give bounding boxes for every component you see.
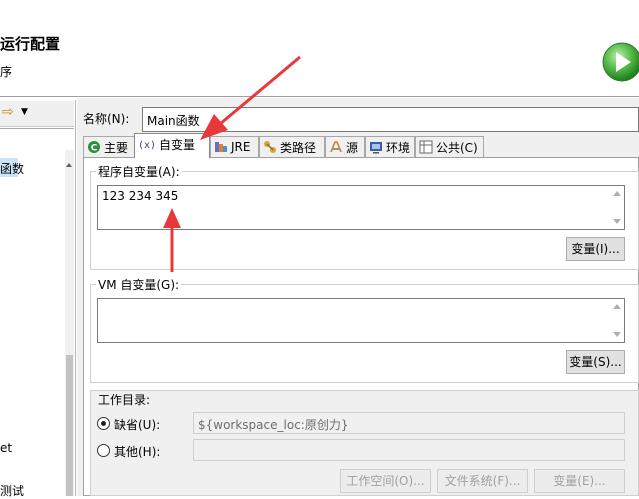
tab-common[interactable]: 公共(C)	[415, 136, 484, 157]
dialog-subtitle: 序	[0, 65, 13, 79]
default-dir-field: ${workspace_loc:原创力}	[193, 412, 625, 434]
scroll-up-icon[interactable]	[613, 191, 621, 196]
workspace-button[interactable]: 工作空间(O)...	[340, 469, 431, 493]
svg-text:(x)=: (x)=	[138, 140, 156, 151]
header-separator	[0, 96, 639, 97]
environment-icon	[370, 142, 382, 154]
tab-jre-label: JRE	[231, 140, 251, 154]
tab-main[interactable]: C 主要	[83, 136, 135, 157]
tab-main-label: 主要	[104, 141, 129, 155]
other-label[interactable]: 其他(H):	[114, 443, 160, 460]
tab-jre[interactable]: JRE	[210, 136, 259, 157]
tab-source[interactable]: 源	[325, 136, 365, 157]
config-list-toolbar: ⇨ ▼	[0, 101, 74, 127]
scroll-up-icon[interactable]	[613, 304, 621, 309]
chevron-down-icon[interactable]: ▼	[21, 107, 28, 117]
svg-text:C: C	[91, 144, 98, 154]
dialog-title: 运行配置	[0, 35, 61, 53]
main-icon: C	[88, 141, 100, 154]
vm-variables-button[interactable]: 变量(S)...	[566, 350, 625, 374]
program-args-scrollbar[interactable]	[611, 186, 623, 229]
source-icon	[330, 141, 342, 153]
tree-item-et[interactable]: et	[0, 441, 12, 455]
default-label[interactable]: 缺省(U):	[114, 416, 160, 433]
working-dir-label: 工作目录:	[96, 391, 153, 408]
tab-arguments[interactable]: (x)=自变量	[134, 133, 210, 158]
default-radio[interactable]	[97, 417, 110, 430]
tab-classpath-label: 类路径	[280, 141, 317, 155]
vm-args-scrollbar[interactable]	[611, 299, 623, 342]
other-dir-field[interactable]	[193, 439, 625, 461]
classpath-icon	[264, 141, 276, 153]
scroll-down-icon[interactable]	[613, 332, 621, 337]
filesystem-button[interactable]: 文件系统(F)...	[437, 469, 528, 493]
scroll-down-icon[interactable]	[613, 219, 621, 224]
working-dir-variables-button[interactable]: 变量(E)...	[534, 469, 625, 493]
name-label: 名称(N):	[83, 112, 130, 126]
tab-classpath[interactable]: 类路径	[259, 136, 325, 157]
tree-scrollbar-thumb[interactable]	[66, 355, 73, 496]
name-input[interactable]: Main函数	[142, 107, 639, 132]
common-icon	[419, 140, 433, 154]
tab-arguments-label: 自变量	[159, 138, 196, 152]
tree-item-main[interactable]: 函数	[0, 160, 24, 177]
program-args-input[interactable]: 123 234 345	[97, 185, 625, 230]
tab-environment[interactable]: 环境	[365, 136, 415, 157]
vm-args-label: VM 自变量(G):	[96, 276, 182, 293]
scroll-up-icon[interactable]	[66, 163, 72, 167]
tab-environment-label: 环境	[386, 141, 411, 155]
arguments-icon: (x)=	[138, 140, 156, 151]
program-args-label: 程序自变量(A):	[96, 163, 182, 180]
vm-args-input[interactable]	[97, 298, 625, 343]
tab-common-label: 公共(C)	[436, 141, 478, 155]
other-radio[interactable]	[97, 444, 110, 457]
filter-icon[interactable]: ⇨	[2, 104, 14, 120]
tab-source-label: 源	[346, 141, 359, 155]
program-variables-button[interactable]: 变量(I)...	[566, 237, 625, 261]
run-icon	[602, 42, 639, 82]
jre-icon	[215, 142, 227, 152]
tree-item-test[interactable]: 测试	[0, 482, 24, 499]
